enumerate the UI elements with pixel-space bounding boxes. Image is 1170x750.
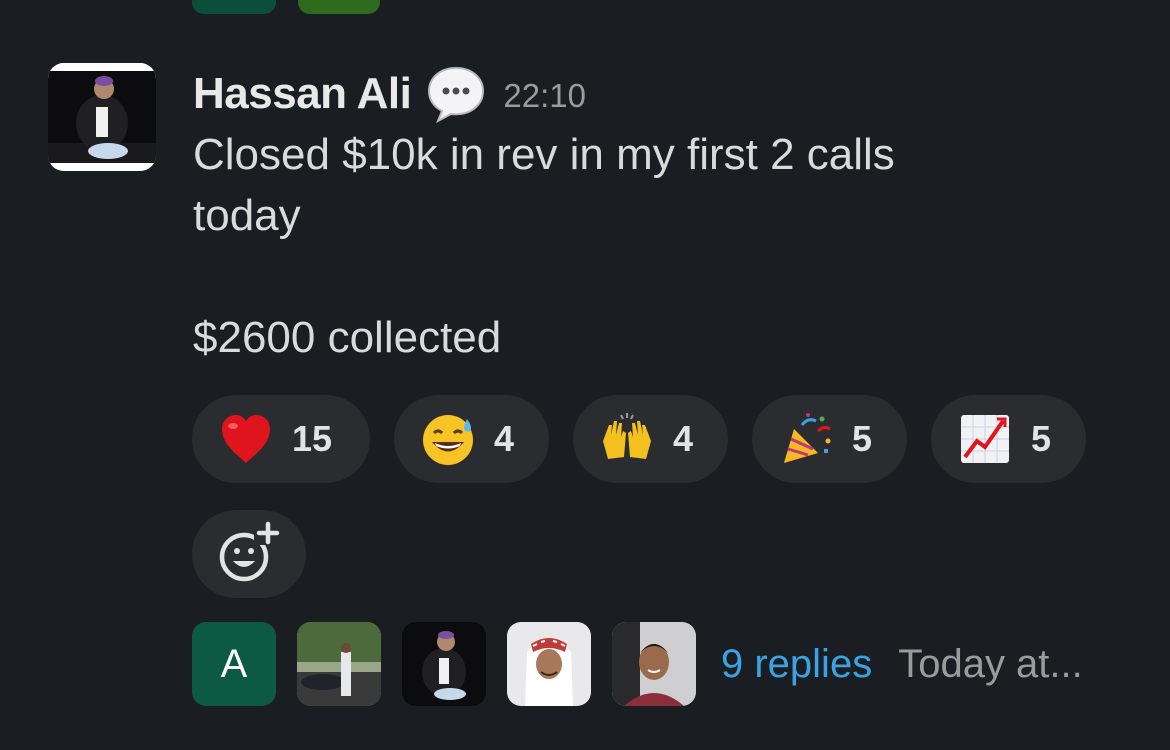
reaction-sweat-smile[interactable]: 4 <box>394 395 549 483</box>
party-popper-icon <box>784 413 831 463</box>
thread-participant-avatar <box>507 622 591 706</box>
thread-last-reply-time: Today at... <box>898 641 1083 686</box>
reaction-count: 4 <box>494 418 515 459</box>
message-text: Closed $10k in rev in my first 2 calls t… <box>193 130 895 362</box>
thread-replies-link[interactable]: 9 replies <box>721 642 872 687</box>
thread-participant-avatar <box>297 622 381 706</box>
previous-thread-avatar[interactable] <box>298 0 380 14</box>
reaction-count: 4 <box>673 418 694 459</box>
thread-summary[interactable]: A 9 replies Today at... <box>192 622 1083 706</box>
speech-bubble-icon <box>428 66 485 124</box>
author-avatar[interactable] <box>48 63 156 171</box>
reaction-count: 5 <box>1031 418 1052 459</box>
reactions-bar: 15 4 4 5 5 <box>192 395 1086 483</box>
thread-participant-avatar <box>402 622 486 706</box>
heart-icon <box>222 415 270 463</box>
raised-hands-icon <box>603 413 651 459</box>
thread-participant-avatar <box>612 622 696 706</box>
message-header: Hassan Ali 22:10 <box>193 62 1133 126</box>
message-view: Hassan Ali 22:10 Closed $10k in rev in m… <box>0 0 1170 750</box>
reaction-count: 5 <box>852 418 873 459</box>
thread-participant-avatar: A <box>192 622 276 706</box>
message-timestamp[interactable]: 22:10 <box>503 77 586 115</box>
sweat-smile-icon <box>423 415 473 465</box>
reaction-party-popper[interactable]: 5 <box>752 395 907 483</box>
reaction-raised-hands[interactable]: 4 <box>573 395 728 483</box>
previous-thread-avatar[interactable] <box>192 0 276 14</box>
message: Hassan Ali 22:10 Closed $10k in rev in m… <box>193 62 1133 368</box>
add-reaction-button[interactable] <box>192 510 306 598</box>
reaction-heart[interactable]: 15 <box>192 395 370 483</box>
add-reaction-icon <box>219 521 282 582</box>
reaction-count: 15 <box>292 418 333 459</box>
reaction-chart-increasing[interactable]: 5 <box>931 395 1086 483</box>
chart-increasing-icon <box>961 415 1009 463</box>
author-name[interactable]: Hassan Ali <box>193 69 412 119</box>
